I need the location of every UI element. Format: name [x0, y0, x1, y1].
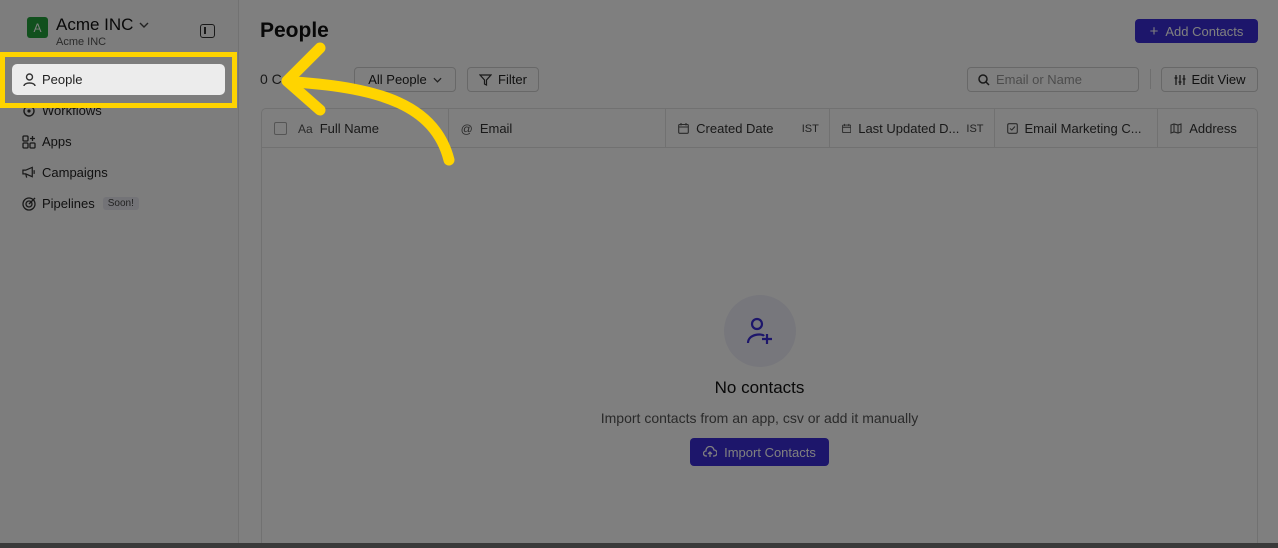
app-window: A Acme INC Acme INC People Workflows: [0, 0, 1278, 548]
pointer-arrow-icon: [281, 42, 455, 166]
bottom-strip: [0, 543, 1278, 548]
